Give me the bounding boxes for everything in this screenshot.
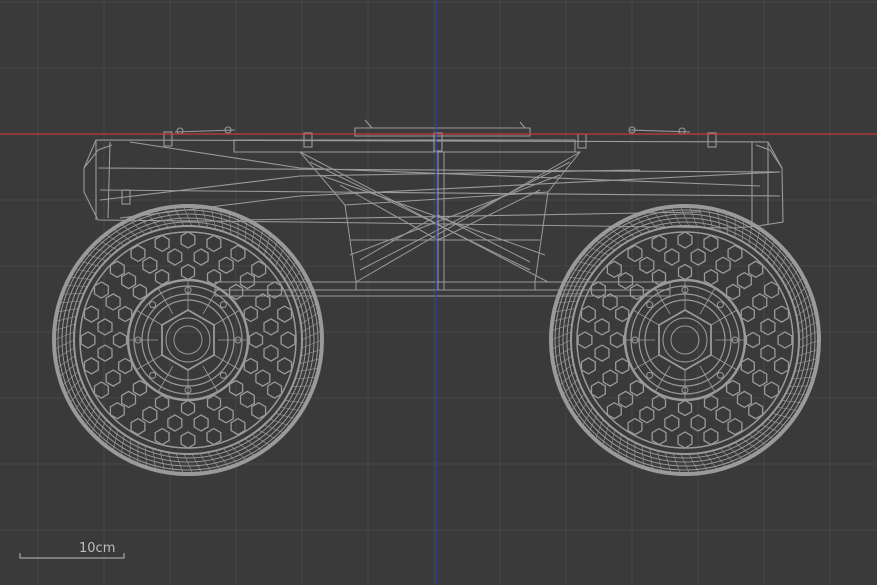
- wheel-left[interactable]: [52, 204, 324, 476]
- 3d-viewport[interactable]: 10cm: [0, 0, 877, 585]
- scale-bar-label: 10cm: [79, 541, 116, 556]
- wireframe-scene[interactable]: [0, 0, 877, 585]
- wheel-right[interactable]: [549, 204, 821, 476]
- center-frame[interactable]: [298, 151, 582, 291]
- viewport-grid: [0, 0, 877, 585]
